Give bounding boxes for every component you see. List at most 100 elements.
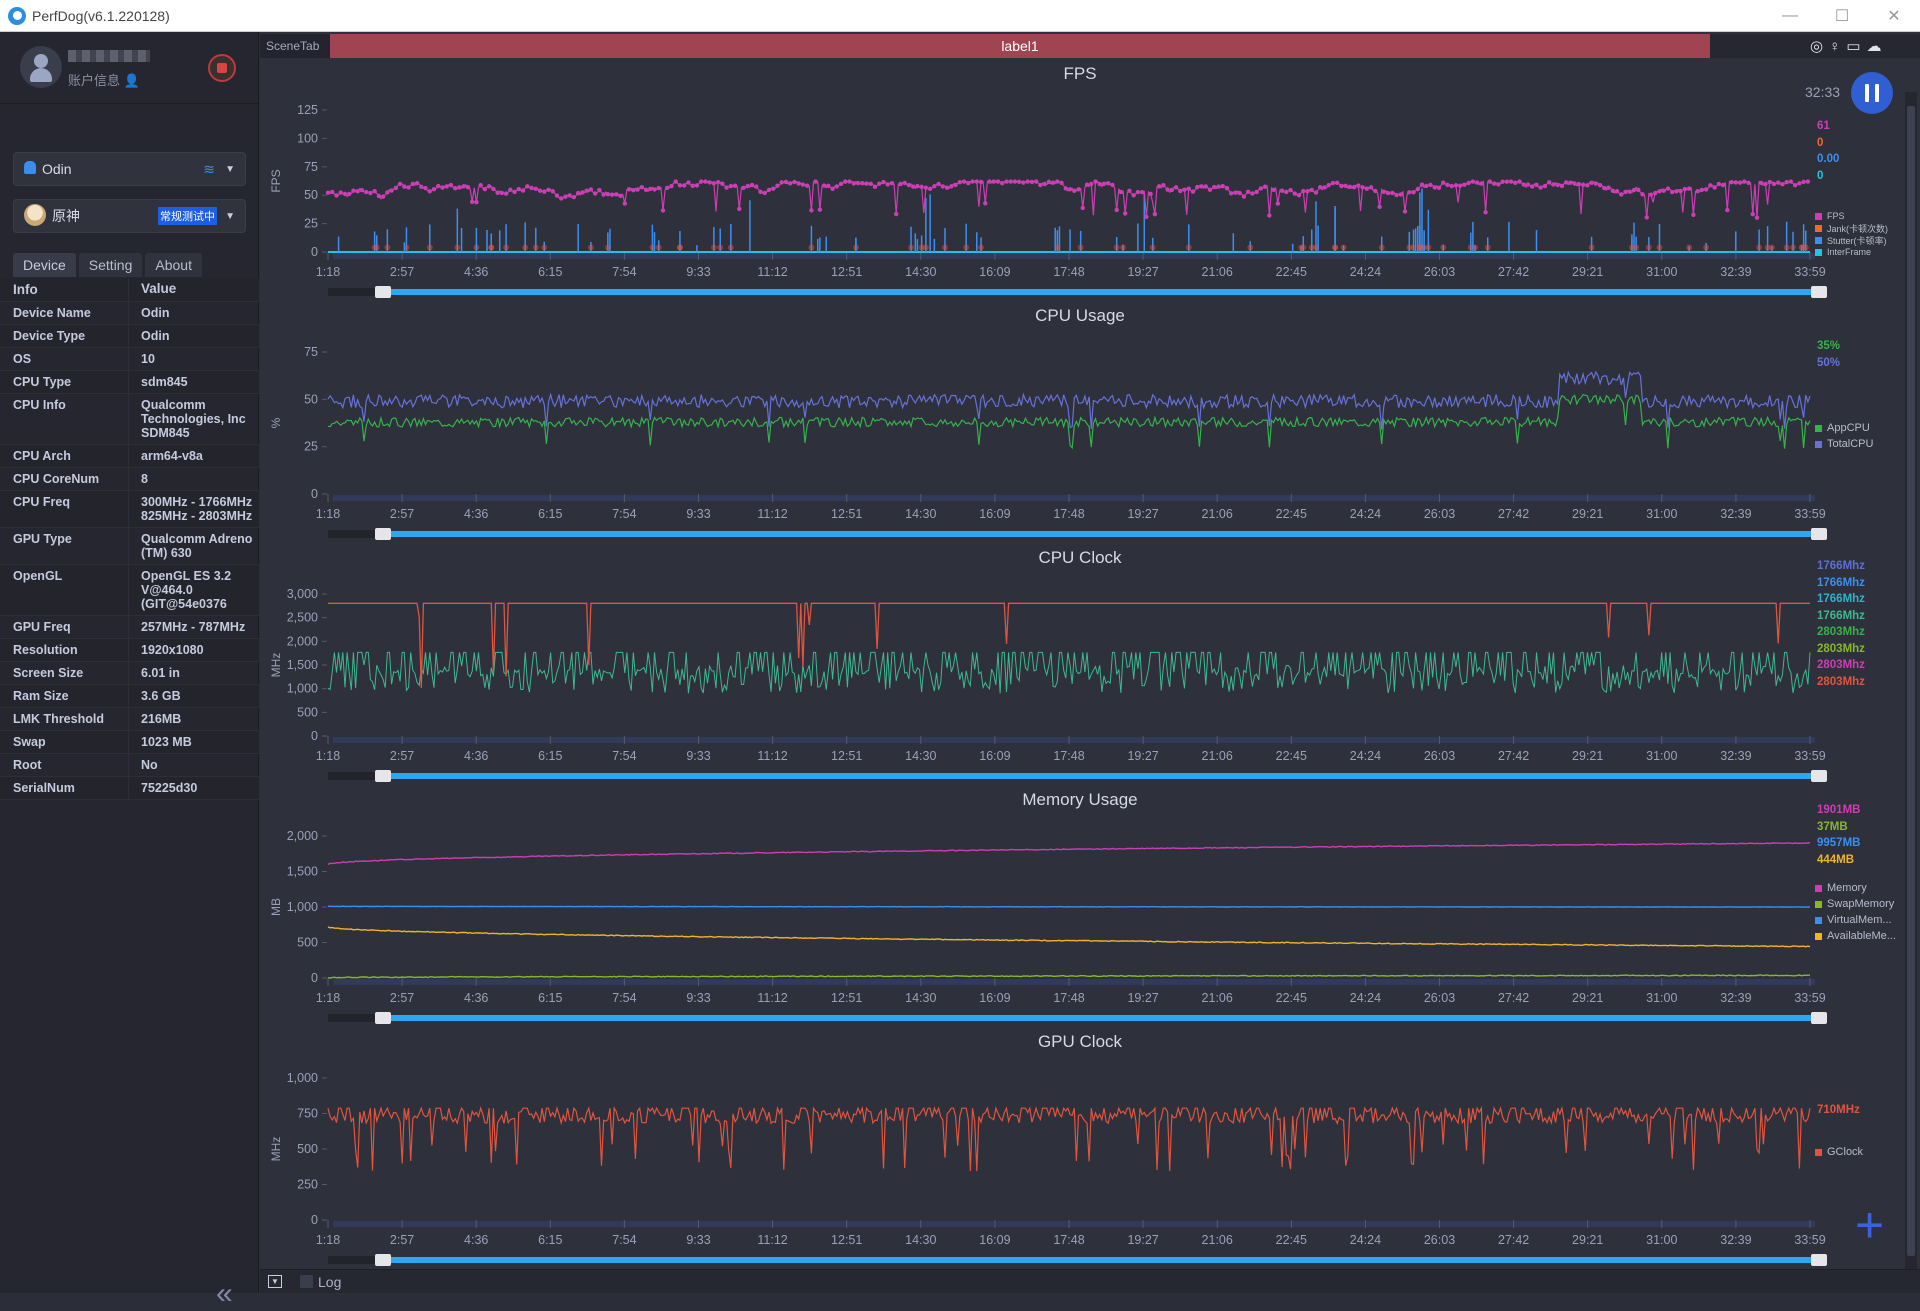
table-row[interactable]: Resolution 1920x1080 xyxy=(0,639,259,662)
table-row[interactable]: CPU Type sdm845 xyxy=(0,371,259,394)
table-row[interactable]: CPU Arch arm64-v8a xyxy=(0,445,259,468)
range-slider-fill[interactable] xyxy=(383,289,1815,295)
range-slider-fill[interactable] xyxy=(383,1257,1815,1263)
stop-record-button[interactable] xyxy=(208,54,236,82)
range-handle-left[interactable] xyxy=(375,1012,391,1024)
close-button[interactable]: ✕ xyxy=(1868,0,1920,32)
y-tick-label: 1,500 xyxy=(287,658,318,672)
fps-point xyxy=(1046,179,1052,185)
maximize-button[interactable]: ☐ xyxy=(1816,0,1868,32)
range-slider-fill[interactable] xyxy=(383,773,1815,779)
cloud-icon[interactable]: ☁ xyxy=(1867,37,1882,55)
scene-label-strip[interactable]: label1 xyxy=(330,34,1710,58)
y-tick-label: 1,500 xyxy=(287,865,318,879)
legend-item[interactable]: TotalCPU xyxy=(1815,436,1873,452)
tab-setting[interactable]: Setting xyxy=(78,253,143,277)
fps-point xyxy=(1487,179,1493,184)
x-tick-label: 29:21 xyxy=(1572,507,1603,521)
current-value: 0.00 xyxy=(1817,153,1840,165)
range-handle-left[interactable] xyxy=(375,770,391,782)
legend-item[interactable]: AppCPU xyxy=(1815,420,1873,436)
fps-point xyxy=(376,193,382,199)
x-tick-label: 24:24 xyxy=(1350,507,1381,521)
fps-point xyxy=(1784,179,1789,185)
table-row[interactable]: Screen Size 6.01 in xyxy=(0,662,259,685)
legend-item[interactable]: GClock xyxy=(1815,1144,1863,1160)
legend-item[interactable]: Memory xyxy=(1815,880,1896,896)
range-slider-fill[interactable] xyxy=(383,1015,1815,1021)
range-handle-right[interactable] xyxy=(1811,770,1827,782)
table-row[interactable]: Root No xyxy=(0,754,259,777)
table-row[interactable]: CPU Freq 300MHz - 1766MHz 825MHz - 2803MH… xyxy=(0,491,259,528)
range-slider-fill[interactable] xyxy=(383,531,1815,537)
fps-point xyxy=(334,193,339,198)
current-value: 37MB xyxy=(1817,820,1848,833)
x-tick-label: 12:51 xyxy=(831,1233,862,1247)
table-row[interactable]: GPU Type Qualcomm Adreno (TM) 630 xyxy=(0,528,259,565)
info-key: Swap xyxy=(0,731,129,753)
table-row[interactable]: CPU Info Qualcomm Technologies, Inc SDM84… xyxy=(0,394,259,445)
fps-point xyxy=(1720,182,1726,188)
legend-item[interactable]: FPS xyxy=(1815,210,1888,222)
range-handle-left[interactable] xyxy=(375,1254,391,1266)
table-row[interactable]: SerialNum 75225d30 xyxy=(0,777,259,800)
tab-about[interactable]: About xyxy=(145,253,202,277)
log-checkbox[interactable] xyxy=(300,1275,313,1288)
table-row[interactable]: OS 10 xyxy=(0,348,259,371)
vertical-scrollbar[interactable] xyxy=(1905,92,1917,1292)
table-row[interactable]: CPU CoreNum 8 xyxy=(0,468,259,491)
table-row[interactable]: GPU Freq 257MHz - 787MHz xyxy=(0,616,259,639)
range-handle-left[interactable] xyxy=(375,286,391,298)
legend-item[interactable]: Stutter(卡顿率) xyxy=(1815,234,1888,246)
range-handle-right[interactable] xyxy=(1811,1254,1827,1266)
legend-item[interactable]: InterFrame xyxy=(1815,246,1888,258)
fps-point xyxy=(1254,189,1259,195)
current-values: 1766Mhz 1766Mhz 1766Mhz 1766Mhz 2803Mhz 2803M… xyxy=(1817,560,1865,692)
fps-point xyxy=(1585,183,1590,188)
scene-tab[interactable]: SceneTab xyxy=(260,34,330,58)
y-tick-label: 75 xyxy=(304,160,318,174)
pin-icon[interactable]: ♀ xyxy=(1829,38,1840,55)
fps-point xyxy=(877,181,882,186)
legend-item[interactable]: SwapMemory xyxy=(1815,896,1896,912)
range-handle-right[interactable] xyxy=(1811,286,1827,298)
range-handle-right[interactable] xyxy=(1811,1012,1827,1024)
table-row[interactable]: LMK Threshold 216MB xyxy=(0,708,259,731)
location-icon[interactable]: ◎ xyxy=(1810,37,1823,55)
blurred-username xyxy=(68,50,150,62)
fps-point xyxy=(372,188,377,194)
fps-point xyxy=(1152,211,1158,217)
fps-point xyxy=(677,183,683,188)
y-tick-label: 0 xyxy=(311,971,318,985)
fps-point xyxy=(1593,181,1599,186)
scrollbar-thumb[interactable] xyxy=(1907,106,1915,1256)
minimize-button[interactable]: — xyxy=(1764,0,1816,32)
tab-device[interactable]: Device xyxy=(13,253,76,277)
add-chart-button[interactable]: + xyxy=(1855,1200,1884,1250)
fps-point xyxy=(1674,189,1679,194)
table-row[interactable]: Swap 1023 MB xyxy=(0,731,259,754)
x-tick-label: 14:30 xyxy=(905,1233,936,1247)
device-select[interactable]: Odin ≋ ▼ xyxy=(13,152,246,186)
chart-legend: Memory SwapMemory VirtualMem... AvailableMe… xyxy=(1815,880,1896,944)
range-handle-right[interactable] xyxy=(1811,528,1827,540)
table-row[interactable]: Device Name Odin xyxy=(0,302,259,325)
app-select[interactable]: 原神 常规测试中 ▼ xyxy=(13,199,246,233)
table-row[interactable]: OpenGL OpenGL ES 3.2 V@464.0 (GIT@54e0376 xyxy=(0,565,259,616)
x-tick-label: 16:09 xyxy=(979,749,1010,763)
table-row[interactable]: Ram Size 3.6 GB xyxy=(0,685,259,708)
fps-point xyxy=(1411,190,1416,195)
account-info-link[interactable]: 账户信息 👤 xyxy=(68,70,140,89)
range-handle-left[interactable] xyxy=(375,528,391,540)
fps-point xyxy=(1415,186,1420,192)
expand-log-button[interactable]: ▼ xyxy=(268,1275,282,1288)
fps-point xyxy=(1288,187,1293,193)
folder-icon[interactable]: ▭ xyxy=(1846,37,1860,55)
legend-item[interactable]: AvailableMe... xyxy=(1815,928,1896,944)
legend-item[interactable]: Jank(卡顿次数) xyxy=(1815,222,1888,234)
fps-point xyxy=(1097,181,1102,187)
legend-item[interactable]: VirtualMem... xyxy=(1815,912,1896,928)
collapse-sidebar-icon[interactable]: « xyxy=(216,1277,233,1311)
table-row[interactable]: Device Type Odin xyxy=(0,325,259,348)
avatar[interactable] xyxy=(20,46,62,88)
